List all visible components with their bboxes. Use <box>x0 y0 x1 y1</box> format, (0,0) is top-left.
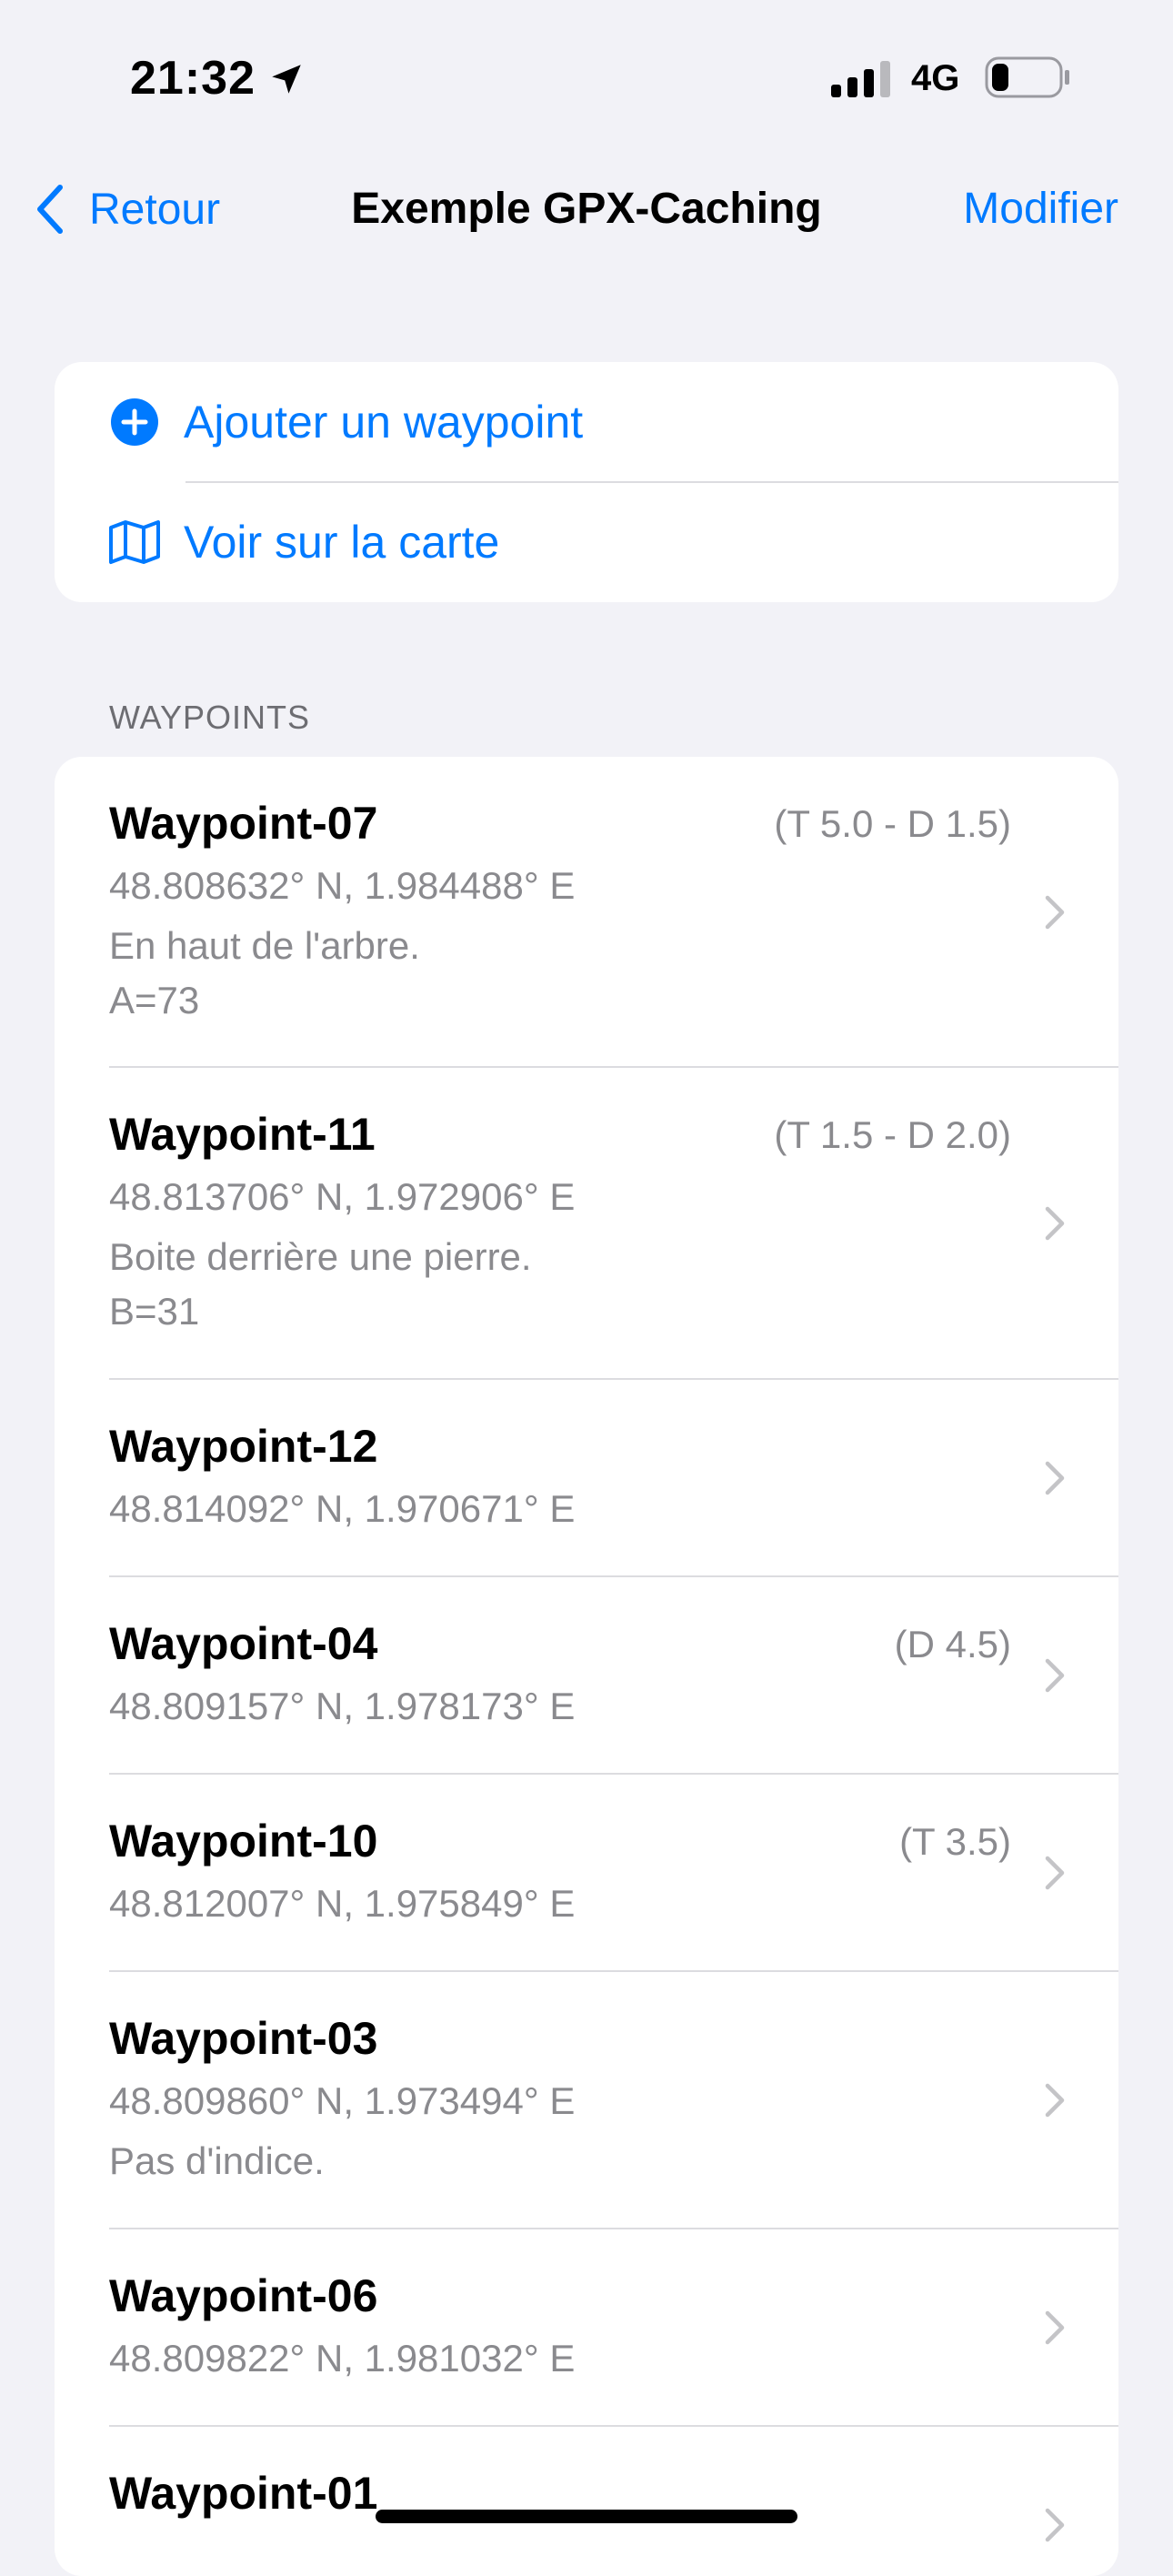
waypoint-name: Waypoint-06 <box>109 2270 378 2321</box>
waypoint-rating: (D 4.5) <box>894 1623 1011 1665</box>
home-indicator[interactable] <box>376 2510 797 2523</box>
waypoint-hint: Pas d'indice. <box>109 2139 325 2182</box>
chevron-right-icon <box>1045 2083 1065 2118</box>
chevron-right-icon <box>1045 1206 1065 1241</box>
view-on-map-button[interactable]: Voir sur la carte <box>55 482 1118 602</box>
plus-circle-icon <box>107 395 162 449</box>
waypoint-hint: Boite derrière une pierre. <box>109 1235 532 1278</box>
list-item[interactable]: Waypoint-01 <box>55 2427 1118 2576</box>
waypoint-rating: (T 1.5 - D 2.0) <box>774 1113 1011 1156</box>
list-item[interactable]: Waypoint-07 (T 5.0 - D 1.5) 48.808632° N… <box>55 757 1118 1068</box>
chevron-right-icon <box>1045 1658 1065 1693</box>
waypoint-coordinates: 48.812007° N, 1.975849° E <box>109 1882 576 1925</box>
signal-icon <box>831 61 890 97</box>
list-item[interactable]: Waypoint-04 (D 4.5) 48.809157° N, 1.9781… <box>55 1577 1118 1775</box>
list-item[interactable]: Waypoint-06 48.809822° N, 1.981032° E <box>55 2229 1118 2427</box>
add-waypoint-button[interactable]: Ajouter un waypoint <box>55 362 1118 482</box>
chevron-right-icon <box>1045 2310 1065 2345</box>
list-item[interactable]: Waypoint-12 48.814092° N, 1.970671° E <box>55 1380 1118 1577</box>
waypoint-name: Waypoint-01 <box>109 2468 378 2519</box>
waypoint-coordinates: 48.813706° N, 1.972906° E <box>109 1175 576 1218</box>
waypoint-coordinates: 48.814092° N, 1.970671° E <box>109 1487 576 1530</box>
section-header-waypoints: WAYPOINTS <box>109 699 311 736</box>
network-type: 4G <box>911 58 960 98</box>
view-on-map-label: Voir sur la carte <box>184 517 500 568</box>
chevron-right-icon <box>1045 2508 1065 2542</box>
waypoint-name: Waypoint-03 <box>109 2013 378 2064</box>
waypoint-value: A=73 <box>109 979 200 1021</box>
actions-card: Ajouter un waypoint Voir sur la carte <box>55 362 1118 602</box>
waypoint-name: Waypoint-12 <box>109 1421 378 1472</box>
chevron-right-icon <box>1045 1461 1065 1495</box>
waypoint-list: Waypoint-07 (T 5.0 - D 1.5) 48.808632° N… <box>55 757 1118 2576</box>
battery-icon <box>985 56 1069 98</box>
list-item[interactable]: Waypoint-11 (T 1.5 - D 2.0) 48.813706° N… <box>55 1068 1118 1380</box>
waypoint-name: Waypoint-04 <box>109 1618 378 1669</box>
chevron-right-icon <box>1045 1856 1065 1890</box>
map-icon <box>107 515 162 569</box>
list-item[interactable]: Waypoint-03 48.809860° N, 1.973494° E Pa… <box>55 1972 1118 2229</box>
waypoint-name: Waypoint-11 <box>109 1109 376 1160</box>
waypoint-coordinates: 48.809822° N, 1.981032° E <box>109 2337 576 2380</box>
status-bar: 21:32 4G <box>0 0 1173 155</box>
add-waypoint-label: Ajouter un waypoint <box>184 397 584 448</box>
list-item[interactable]: Waypoint-10 (T 3.5) 48.812007° N, 1.9758… <box>55 1775 1118 1972</box>
waypoint-coordinates: 48.809860° N, 1.973494° E <box>109 2079 576 2122</box>
waypoint-name: Waypoint-10 <box>109 1816 378 1867</box>
location-arrow-icon <box>272 65 301 94</box>
waypoint-hint: En haut de l'arbre. <box>109 924 420 967</box>
waypoint-rating: (T 5.0 - D 1.5) <box>774 802 1011 845</box>
navigation-bar: Retour Exemple GPX-Caching Modifier <box>0 173 1173 246</box>
chevron-right-icon <box>1045 895 1065 930</box>
waypoint-rating: (T 3.5) <box>899 1820 1011 1863</box>
waypoint-value: B=31 <box>109 1290 200 1333</box>
waypoint-name: Waypoint-07 <box>109 798 378 849</box>
status-time: 21:32 <box>130 52 256 105</box>
waypoint-coordinates: 48.808632° N, 1.984488° E <box>109 864 576 907</box>
waypoint-coordinates: 48.809157° N, 1.978173° E <box>109 1685 576 1727</box>
edit-button[interactable]: Modifier <box>963 173 1118 246</box>
